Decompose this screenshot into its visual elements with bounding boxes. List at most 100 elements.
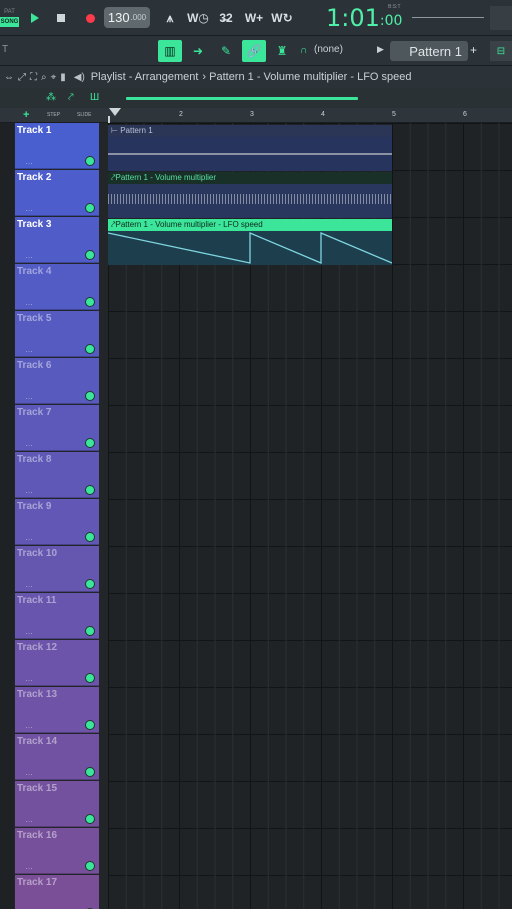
automation-icon[interactable]: ⤤ <box>68 92 74 103</box>
track-header[interactable]: Track 3… <box>15 217 99 263</box>
arrow-right-icon: ➜ <box>192 44 204 58</box>
track-header[interactable]: Track 14… <box>15 734 99 780</box>
add-pattern-button[interactable]: + <box>470 43 482 59</box>
track-name: Track 1 <box>17 125 52 136</box>
draw-tool-button[interactable]: ✎ <box>214 40 238 62</box>
track-mute-led[interactable] <box>86 392 94 400</box>
horizontal-scrollbar[interactable] <box>126 97 358 100</box>
metronome-button[interactable]: ⩚ <box>158 7 182 29</box>
track-header[interactable]: Track 7… <box>15 405 99 451</box>
record-button[interactable] <box>79 7 101 29</box>
track-mute-led[interactable] <box>86 439 94 447</box>
step-edit-button[interactable]: W+ <box>242 7 266 29</box>
playlist-view-button[interactable]: ▥ <box>158 40 182 62</box>
track-more-icon[interactable]: … <box>25 580 33 589</box>
link-tool-button[interactable]: 🔗 <box>242 40 266 62</box>
track-header[interactable]: Track 12 … <box>15 640 99 686</box>
bar-number: 5 <box>392 111 396 118</box>
pattern-clip[interactable]: ⊢ Pattern 1 <box>108 125 392 171</box>
track-more-icon[interactable]: … <box>25 486 33 495</box>
clip-body <box>108 231 392 265</box>
track-scroll-strip[interactable] <box>0 123 14 909</box>
track-mute-led[interactable] <box>86 345 94 353</box>
track-mute-led[interactable] <box>86 815 94 823</box>
play-button[interactable] <box>24 7 46 29</box>
timeline-ruler[interactable]: + STEP SLIDE 2 3 4 5 6 <box>0 108 512 123</box>
track-more-icon[interactable]: … <box>25 721 33 730</box>
track-mute-led[interactable] <box>86 768 94 776</box>
track-mute-led[interactable] <box>86 580 94 588</box>
tempo-field[interactable]: 130.000 <box>104 7 150 28</box>
automation-clip-lfo-speed[interactable]: ⤤Pattern 1 - Volume multiplier - LFO spe… <box>108 219 392 265</box>
track-more-icon[interactable]: … <box>25 627 33 636</box>
track-header[interactable]: Track 9… <box>15 499 99 545</box>
fullscreen-icon[interactable]: ⛶ <box>30 72 37 83</box>
track-more-icon[interactable]: … <box>25 439 33 448</box>
loop-record-button[interactable]: W↻ <box>270 7 294 29</box>
track-more-icon[interactable]: … <box>25 815 33 824</box>
track-mute-led[interactable] <box>86 533 94 541</box>
track-header[interactable]: Track 2 … <box>15 170 99 216</box>
track-more-icon[interactable]: … <box>25 533 33 542</box>
clip-body <box>108 184 392 218</box>
snap-icon[interactable]: ⌖ <box>51 72 57 83</box>
zoom-icon[interactable]: ⌕ <box>41 72 47 83</box>
track-header[interactable]: Track 10… <box>15 546 99 592</box>
pattern-arrow-icon[interactable]: ▶ <box>377 44 384 55</box>
track-header[interactable]: Track 4… <box>15 264 99 310</box>
track-mute-led[interactable] <box>86 157 94 165</box>
track-mute-led[interactable] <box>86 627 94 635</box>
plugin-picker-button[interactable]: ⊟ <box>490 41 512 61</box>
track-mute-led[interactable] <box>86 721 94 729</box>
track-header[interactable]: Track 5… <box>15 311 99 357</box>
audio-clip-icon[interactable]: ⁂ <box>46 92 56 103</box>
slide-toggle[interactable]: SLIDE <box>77 112 91 118</box>
stamp-tool-button[interactable]: ♜ <box>270 40 294 62</box>
track-mute-led[interactable] <box>86 486 94 494</box>
track-header[interactable]: Track 16… <box>15 828 99 874</box>
track-more-icon[interactable]: … <box>25 392 33 401</box>
track-header[interactable]: Track 15… <box>15 781 99 827</box>
track-more-icon[interactable]: … <box>25 251 33 260</box>
track-mute-led[interactable] <box>86 674 94 682</box>
automation-clip-volume[interactable]: ⤤Pattern 1 - Volume multiplier <box>108 172 392 218</box>
track-mute-led[interactable] <box>86 204 94 212</box>
track-more-icon[interactable]: … <box>25 345 33 354</box>
pattern-selector[interactable]: Pattern 1 <box>390 41 468 61</box>
track-header[interactable]: Track 11… <box>15 593 99 639</box>
track-more-icon[interactable]: … <box>25 298 33 307</box>
track-more-icon[interactable]: … <box>25 157 33 166</box>
add-track-button[interactable]: + <box>23 109 29 121</box>
snap-dropdown[interactable]: (none) <box>314 44 343 55</box>
track-more-icon[interactable]: … <box>25 674 33 683</box>
stop-icon <box>57 14 65 22</box>
track-header[interactable]: Track 1 … <box>15 123 99 169</box>
playhead-marker[interactable] <box>109 108 121 116</box>
bar-number: 3 <box>250 111 254 118</box>
track-header[interactable]: Track 8… <box>15 452 99 498</box>
wait-input-button[interactable]: W◷ <box>186 7 210 29</box>
track-more-icon[interactable]: … <box>25 768 33 777</box>
track-mute-led[interactable] <box>86 862 94 870</box>
track-header[interactable]: Track 13… <box>15 687 99 733</box>
countdown-button[interactable]: 3̶2 <box>214 7 238 29</box>
track-header[interactable]: Track 6… <box>15 358 99 404</box>
track-mute-led[interactable] <box>86 251 94 259</box>
track-name: Track 2 <box>17 172 52 183</box>
track-more-icon[interactable]: … <box>25 204 33 213</box>
track-header[interactable]: Track 17… <box>15 875 99 909</box>
pat-song-toggle[interactable]: PAT SONG <box>0 4 19 30</box>
track-mute-led[interactable] <box>86 298 94 306</box>
arrows-icon[interactable]: ⇔ <box>4 72 14 83</box>
stop-button[interactable] <box>50 7 72 29</box>
step-toggle[interactable]: STEP <box>47 112 60 118</box>
scroll-icon[interactable]: ▮ <box>60 72 66 83</box>
speaker-icon[interactable]: ◀) <box>74 72 85 83</box>
pattern-clip-icon[interactable]: Ш <box>90 92 99 103</box>
track-name: Track 12 <box>17 642 58 653</box>
pat-label: PAT <box>4 8 15 15</box>
next-button[interactable]: ➜ <box>186 40 210 62</box>
resize-icon[interactable]: ⤢ <box>18 72 26 83</box>
monitor-panel[interactable] <box>490 6 512 30</box>
track-more-icon[interactable]: … <box>25 862 33 871</box>
